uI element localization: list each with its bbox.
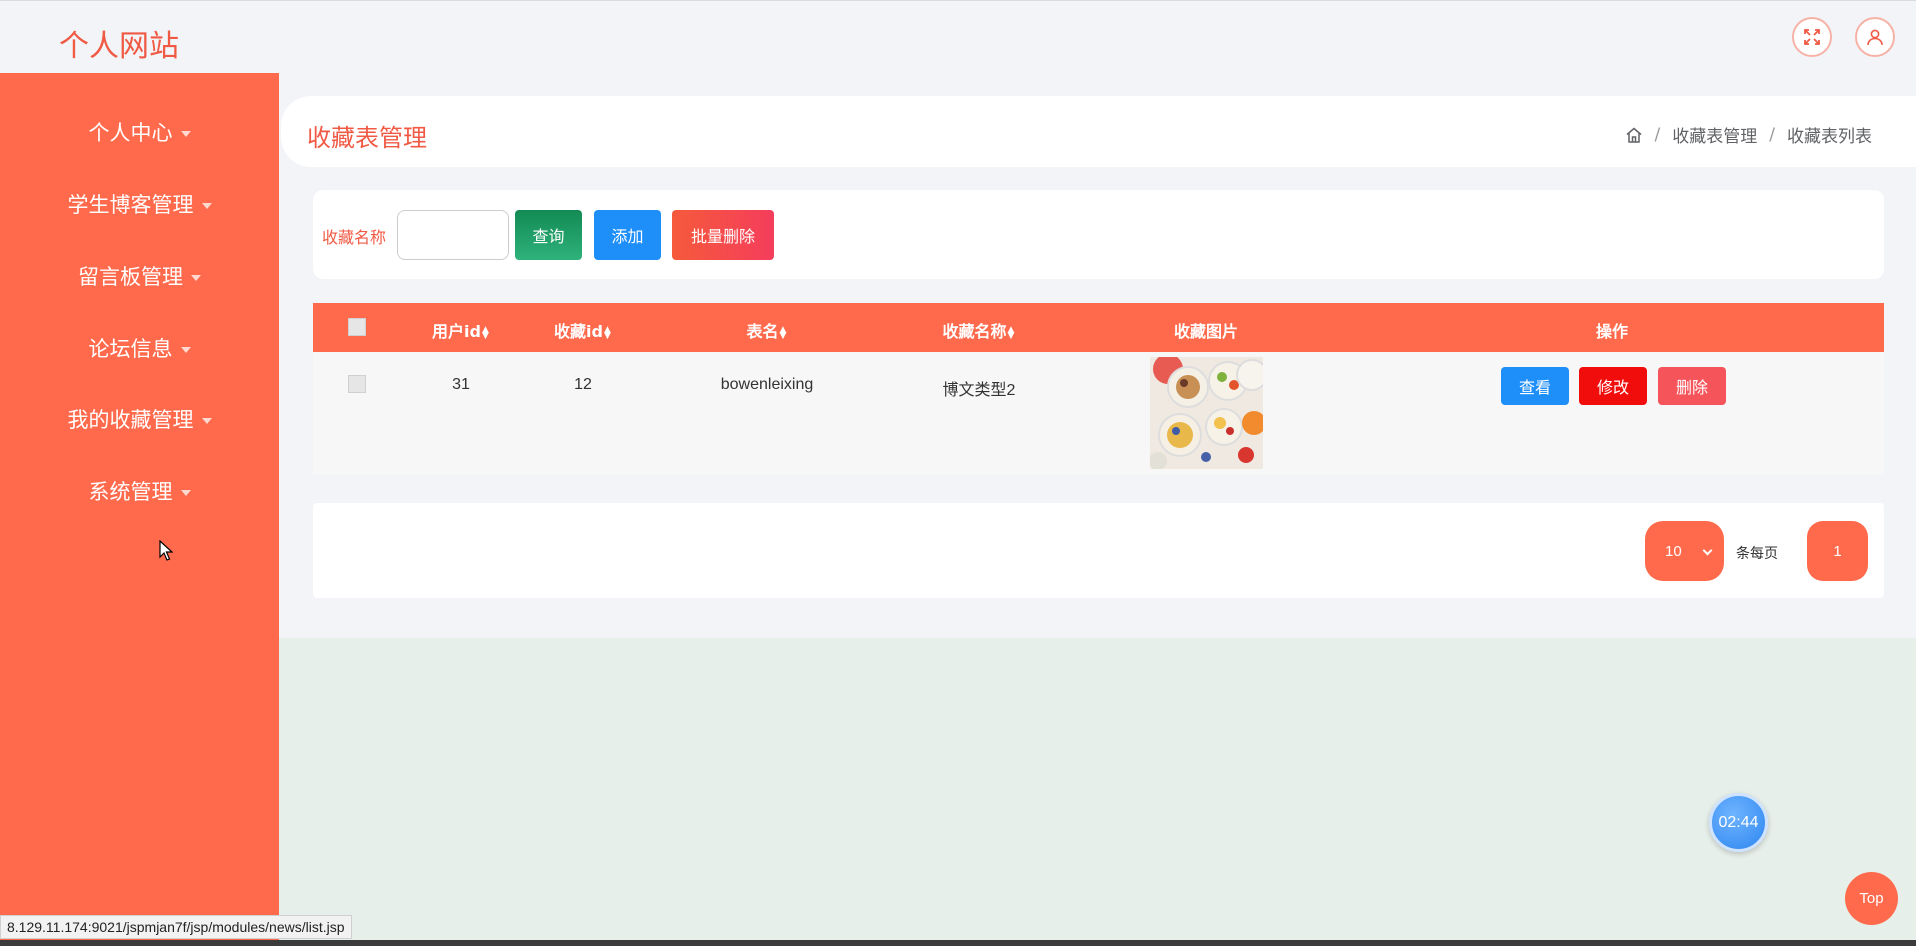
sidebar-item-student-blog[interactable]: 学生博客管理	[0, 184, 279, 224]
mouse-cursor-icon	[159, 540, 173, 561]
food-bowls-image[interactable]	[1150, 357, 1263, 469]
timer-badge[interactable]: 02:44	[1709, 793, 1768, 852]
column-header-user-id[interactable]: 用户id▲ ▼	[432, 318, 490, 342]
site-title: 个人网站	[59, 29, 179, 64]
sidebar-item-system[interactable]: 系统管理	[0, 471, 279, 511]
page-size-select[interactable]: 10	[1645, 521, 1724, 581]
breadcrumb-item[interactable]: 收藏表管理	[1672, 122, 1757, 147]
user-button[interactable]	[1855, 17, 1895, 57]
status-url: 8.129.11.174:9021/jspmjan7f/jsp/modules/…	[0, 915, 352, 939]
back-to-top-button[interactable]: Top	[1845, 872, 1898, 925]
column-header-actions: 操作	[1595, 322, 1629, 341]
caret-down-icon	[180, 490, 191, 496]
select-all-checkbox[interactable]	[348, 318, 366, 336]
search-bar: 收藏名称 查询 添加 批量删除	[313, 190, 1884, 279]
column-header-collect-id[interactable]: 收藏id▲ ▼	[554, 318, 612, 342]
thumbnail-illustration	[1150, 357, 1263, 469]
page-title: 收藏表管理	[307, 124, 427, 152]
caret-down-icon	[180, 131, 191, 137]
query-button[interactable]: 查询	[515, 210, 582, 260]
sort-icon: ▲ ▼	[1007, 324, 1015, 341]
pagination: 10 条每页 1	[313, 503, 1884, 598]
page-size-value: 10	[1665, 542, 1682, 560]
sidebar-item-label: 学生博客管理	[67, 193, 194, 217]
taskbar-strip	[0, 940, 1916, 946]
column-header-table-name[interactable]: 表名▲ ▼	[746, 318, 787, 342]
cell-collect-name: 博文类型2	[942, 382, 1016, 399]
sort-icon: ▲ ▼	[779, 324, 787, 341]
caret-down-icon	[180, 347, 191, 353]
caret-down-icon	[191, 275, 201, 281]
column-header-collect-name[interactable]: 收藏名称▲ ▼	[942, 318, 1015, 342]
sidebar-item-label: 留言板管理	[78, 265, 183, 289]
sidebar-item-message-board[interactable]: 留言板管理	[0, 256, 279, 296]
page-number-button[interactable]: 1	[1807, 521, 1868, 581]
data-table: 用户id▲ ▼ 收藏id▲ ▼ 表名▲ ▼ 收藏名称▲ ▼ 收藏图片 操作 31 12 …	[313, 303, 1884, 475]
cell-user-id: 31	[452, 376, 470, 393]
table-header: 用户id▲ ▼ 收藏id▲ ▼ 表名▲ ▼ 收藏名称▲ ▼ 收藏图片 操作	[313, 303, 1884, 352]
home-icon[interactable]	[1625, 126, 1643, 144]
sidebar-item-label: 个人中心	[88, 121, 173, 145]
sidebar-item-personal-center[interactable]: 个人中心	[0, 112, 279, 152]
sort-icon: ▲ ▼	[481, 324, 489, 341]
fullscreen-button[interactable]	[1792, 17, 1832, 57]
sidebar-item-label: 系统管理	[88, 480, 173, 504]
page-header: 收藏表管理 / 收藏表管理 / 收藏表列表	[281, 96, 1916, 167]
row-checkbox[interactable]	[348, 375, 366, 393]
caret-down-icon	[201, 418, 212, 424]
search-input[interactable]	[397, 210, 509, 260]
delete-button[interactable]: 删除	[1658, 367, 1726, 405]
cell-collect-id: 12	[574, 376, 592, 393]
cell-table-name: bowenleixing	[720, 376, 814, 393]
search-label: 收藏名称	[322, 228, 387, 247]
add-button[interactable]: 添加	[594, 210, 661, 260]
per-page-label: 条每页	[1736, 546, 1778, 562]
caret-down-icon	[201, 203, 212, 209]
sidebar-item-forum[interactable]: 论坛信息	[0, 328, 279, 368]
chevron-down-icon	[1702, 545, 1713, 556]
expand-icon	[1804, 29, 1820, 45]
breadcrumb-separator: /	[1654, 124, 1661, 145]
top-bar: 个人网站	[0, 0, 1916, 73]
sidebar-item-label: 我的收藏管理	[67, 408, 194, 432]
sidebar-item-my-favorites[interactable]: 我的收藏管理	[0, 399, 279, 439]
sidebar: 个人中心 学生博客管理 留言板管理 论坛信息 我的收藏管理 系统管理	[0, 73, 279, 946]
breadcrumb-separator: /	[1769, 124, 1775, 145]
breadcrumb-item: 收藏表列表	[1787, 127, 1872, 147]
sidebar-item-label: 论坛信息	[88, 337, 173, 361]
view-button[interactable]: 查看	[1501, 367, 1569, 405]
batch-delete-button[interactable]: 批量删除	[672, 210, 774, 260]
sort-icon: ▲ ▼	[603, 324, 611, 341]
user-icon	[1867, 29, 1883, 46]
edit-button[interactable]: 修改	[1579, 367, 1647, 405]
breadcrumb: / 收藏表管理 / 收藏表列表	[1625, 122, 1872, 147]
column-header-collect-image: 收藏图片	[1173, 322, 1239, 341]
